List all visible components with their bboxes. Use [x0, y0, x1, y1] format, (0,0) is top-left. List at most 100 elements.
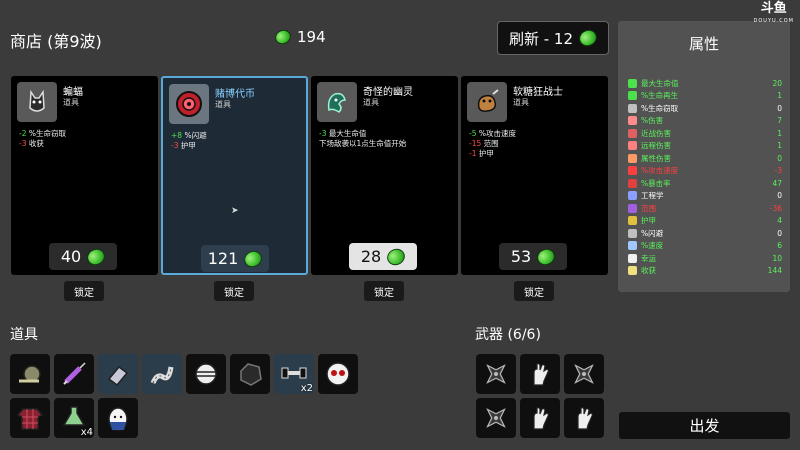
shuriken-icon[interactable]	[476, 354, 516, 394]
plaid-shirt-icon[interactable]	[10, 398, 50, 438]
stat-label: 收获	[641, 266, 656, 275]
item-name: 蝙蝠	[63, 87, 83, 98]
stat-line: -3 最大生命值	[319, 129, 367, 138]
snail-icon[interactable]	[10, 354, 50, 394]
stat-label: %速度	[641, 241, 664, 250]
stat-label: 范围	[641, 203, 656, 213]
buy-button[interactable]: 121	[201, 245, 269, 272]
item-name: 软糖狂战士	[513, 87, 563, 98]
price-value: 53	[510, 247, 532, 266]
stat-row: 范围 -36	[628, 202, 782, 214]
stat-line: -3 护甲	[171, 141, 196, 150]
buy-button[interactable]: 53	[499, 243, 567, 270]
stat-icon	[628, 178, 637, 188]
lock-button[interactable]: 锁定	[214, 281, 254, 301]
stat-value: 144	[767, 266, 782, 275]
shop-card[interactable]: 奇怪的幽灵 道具 -3 最大生命值 下场敌袭以1点生命值开始 28	[311, 76, 458, 275]
stat-icon	[628, 103, 637, 113]
worm-icon[interactable]	[142, 354, 182, 394]
stat-line: 下场敌袭以1点生命值开始	[319, 139, 407, 148]
stat-icon	[628, 78, 637, 88]
stat-value: 0	[777, 191, 782, 200]
lock-button[interactable]: 锁定	[514, 281, 554, 301]
materials-counter: 194	[272, 27, 326, 47]
item-stats: +8 %闪避 -3 护甲	[171, 131, 207, 151]
stat-row: %伤害 7	[628, 115, 782, 127]
stat-row: %速度 6	[628, 240, 782, 252]
stat-value: 47	[772, 178, 782, 188]
hand-icon[interactable]	[520, 354, 560, 394]
stat-value: 4	[777, 216, 782, 225]
bat-icon	[17, 82, 57, 122]
stat-icon	[628, 166, 637, 175]
stat-label: %攻击速度	[641, 166, 679, 175]
stat-row: %生命窃取 0	[628, 102, 782, 114]
stat-line: -1 护甲	[469, 149, 494, 158]
item-quantity: x4	[80, 427, 93, 438]
egg-icon[interactable]	[98, 398, 138, 438]
stat-label: %生命窃取	[641, 103, 679, 113]
lock-button[interactable]: 锁定	[64, 281, 104, 301]
reroll-button[interactable]: 刷新 - 12	[497, 21, 609, 55]
lock-button[interactable]: 锁定	[364, 281, 404, 301]
black-rock-icon[interactable]	[230, 354, 270, 394]
stat-icon	[628, 253, 637, 263]
green-potion-icon[interactable]: x4	[54, 398, 94, 438]
stat-label: 近战伤害	[641, 128, 671, 138]
shuriken-icon[interactable]	[476, 398, 516, 438]
materials-count: 194	[297, 28, 326, 46]
stat-label: 最大生命值	[641, 78, 679, 88]
stat-label: 属性伤害	[641, 153, 671, 163]
material-icon	[241, 247, 265, 270]
shop-card[interactable]: 赌博代币 道具 +8 %闪避 -3 护甲 121	[161, 76, 308, 275]
shuriken-icon[interactable]	[564, 354, 604, 394]
price-value: 40	[60, 247, 82, 266]
stat-label: 工程学	[641, 191, 664, 200]
material-icon	[576, 26, 600, 50]
stat-icon	[628, 241, 637, 250]
buy-button[interactable]: 28	[349, 243, 417, 270]
reroll-label: 刷新 - 12	[508, 29, 574, 48]
stat-icon	[628, 191, 637, 200]
shop-card[interactable]: 软糖狂战士 道具 -5 %攻击速度 -15 范围 -1 护甲 53	[461, 76, 608, 275]
stat-value: 20	[772, 78, 782, 88]
stat-line: -3 收获	[19, 139, 44, 148]
shop-card[interactable]: 蝙蝠 道具 -2 %生命窃取 -3 收获 40	[11, 76, 158, 275]
go-button[interactable]: 出发	[619, 412, 790, 439]
bandaged-head-icon[interactable]	[186, 354, 226, 394]
weapons-title: 武器 (6/6)	[475, 327, 541, 343]
stat-row: 幸运 10	[628, 252, 782, 264]
dumbbell-icon[interactable]: x2	[274, 354, 314, 394]
stat-row: %攻击速度 -3	[628, 165, 782, 177]
items-title: 道具	[10, 327, 38, 343]
alien-eyes-icon[interactable]	[318, 354, 358, 394]
material-icon	[534, 245, 558, 268]
price-value: 28	[360, 247, 382, 266]
buy-button[interactable]: 40	[49, 243, 117, 270]
stat-value: 0	[777, 228, 782, 238]
stat-value: 1	[777, 128, 782, 138]
stat-value: 1	[777, 91, 782, 100]
stat-row: 属性伤害 0	[628, 152, 782, 164]
stat-icon	[628, 141, 637, 150]
stat-icon	[628, 116, 637, 125]
syringe-icon[interactable]	[54, 354, 94, 394]
stat-icon	[628, 128, 637, 138]
stat-value: 10	[772, 253, 782, 263]
stat-row: 护甲 4	[628, 215, 782, 227]
material-icon	[84, 245, 108, 268]
stat-label: %闪避	[641, 228, 664, 238]
stat-line: -5 %攻击速度	[469, 129, 516, 138]
hand-icon[interactable]	[564, 398, 604, 438]
stat-icon	[628, 91, 637, 100]
stat-label: 远程伤害	[641, 141, 671, 150]
stat-icon	[628, 153, 637, 163]
stat-icon	[628, 203, 637, 213]
eraser-icon[interactable]	[98, 354, 138, 394]
hand-icon[interactable]	[520, 398, 560, 438]
stat-line: -2 %生命窃取	[19, 129, 66, 138]
stat-row: 收获 144	[628, 265, 782, 277]
stat-value: 1	[777, 141, 782, 150]
stat-value: 0	[777, 153, 782, 163]
gambling-token-icon	[169, 84, 209, 124]
